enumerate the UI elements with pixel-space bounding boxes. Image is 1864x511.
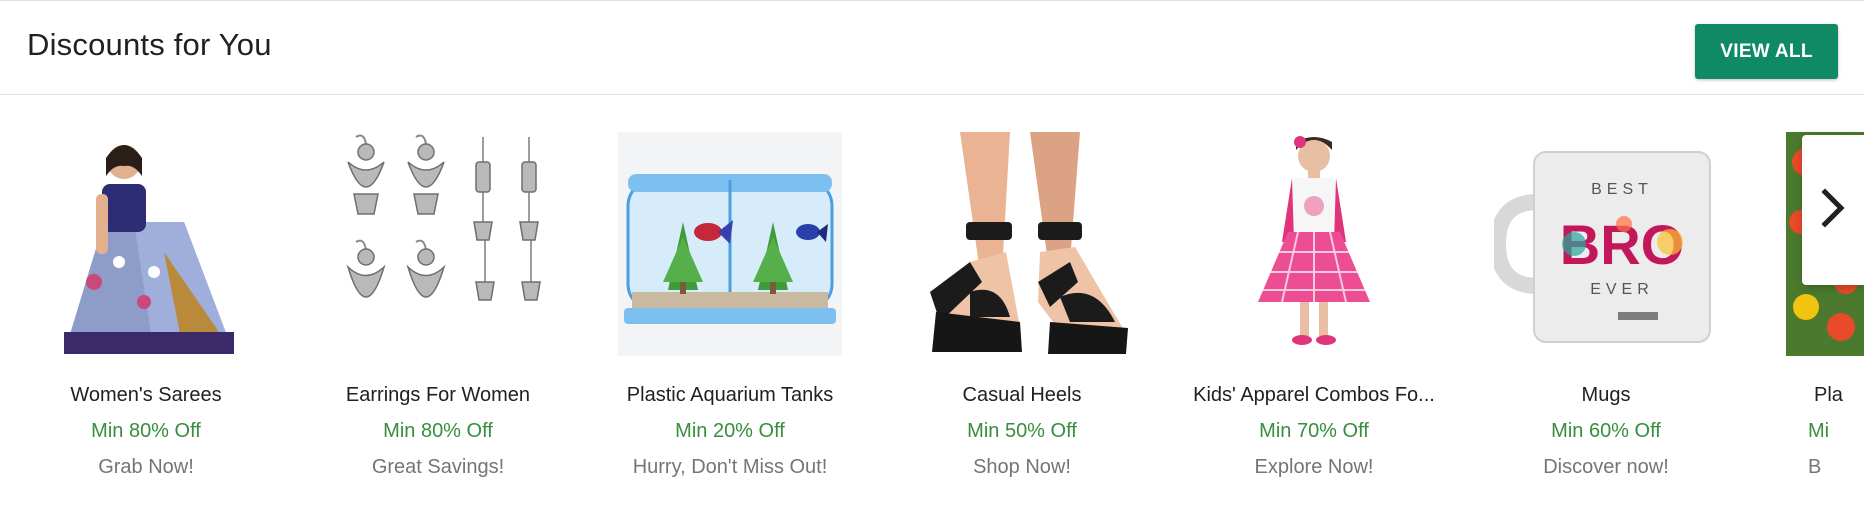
product-tagline: Discover now! — [1543, 456, 1669, 478]
product-tagline: Great Savings! — [371, 456, 505, 478]
product-card-kids-apparel[interactable]: Kids' Apparel Combos Fo... Min 70% Off E… — [1168, 96, 1460, 511]
product-discount: Min 20% Off — [675, 420, 785, 442]
product-tagline: B — [1808, 456, 1822, 478]
product-name: Women's Sarees — [70, 384, 222, 406]
product-name: Mugs — [1581, 384, 1631, 406]
view-all-button[interactable]: VIEW ALL — [1695, 24, 1838, 79]
aquarium-image — [618, 132, 842, 356]
kids-apparel-image — [1202, 132, 1426, 356]
product-discount: Min 50% Off — [967, 420, 1077, 442]
product-card-mugs[interactable]: BEST BRO EVER Mugs Min 60% Off Discover … — [1460, 96, 1752, 511]
product-discount: Min 80% Off — [383, 420, 493, 442]
saree-image — [34, 132, 258, 356]
product-name: Plastic Aquarium Tanks — [626, 384, 834, 406]
product-discount: Min 60% Off — [1551, 420, 1661, 442]
earrings-image — [326, 132, 550, 356]
product-carousel: Women's Sarees Min 80% Off Grab Now! Ear… — [0, 96, 1864, 511]
section-header: Discounts for You VIEW ALL — [0, 1, 1864, 95]
product-discount: Mi — [1808, 420, 1830, 442]
product-card-aquarium[interactable]: Plastic Aquarium Tanks Min 20% Off Hurry… — [584, 96, 876, 511]
product-tagline: Grab Now! — [98, 456, 194, 478]
mug-text-bottom: EVER — [1590, 281, 1654, 298]
mug-text-top: BEST — [1591, 181, 1653, 198]
section-title: Discounts for You — [27, 27, 272, 62]
discounts-section: Discounts for You VIEW ALL Women's Saree… — [0, 0, 1864, 511]
carousel-next-button[interactable] — [1802, 135, 1864, 285]
heels-image — [910, 132, 1134, 356]
product-card-earrings[interactable]: Earrings For Women Min 80% Off Great Sav… — [292, 96, 584, 511]
product-name: Pla — [1814, 384, 1843, 406]
product-name: Earrings For Women — [345, 384, 531, 406]
product-tagline: Hurry, Don't Miss Out! — [632, 456, 828, 478]
product-discount: Min 70% Off — [1259, 420, 1369, 442]
product-card-heels[interactable]: Casual Heels Min 50% Off Shop Now! — [876, 96, 1168, 511]
product-tagline: Explore Now! — [1254, 456, 1374, 478]
product-card-sarees[interactable]: Women's Sarees Min 80% Off Grab Now! — [0, 96, 292, 511]
product-tagline: Shop Now! — [973, 456, 1071, 478]
mug-image: BEST BRO EVER — [1494, 132, 1718, 356]
product-discount: Min 80% Off — [91, 420, 201, 442]
chevron-right-icon — [1820, 187, 1846, 233]
product-name: Kids' Apparel Combos Fo... — [1193, 384, 1435, 406]
product-name: Casual Heels — [962, 384, 1082, 406]
